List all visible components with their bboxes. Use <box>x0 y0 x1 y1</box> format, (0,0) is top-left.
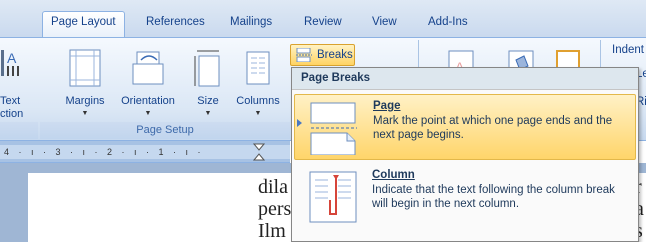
pointer-arrow-icon <box>297 119 302 127</box>
text-direction-label-2: ction <box>0 108 24 120</box>
breaks-dropdown-menu: Page Breaks Page Mark the point at which… <box>291 67 639 242</box>
orientation-button[interactable]: Orientation ▼ <box>112 40 184 122</box>
indent-marker-icon[interactable] <box>253 143 265 161</box>
margins-button[interactable]: Margins ▼ <box>58 40 112 122</box>
orientation-label: Orientation <box>121 95 175 107</box>
breaks-icon <box>296 48 312 62</box>
tab-review[interactable]: Review <box>296 12 350 34</box>
ruler-ticks: 4 · ı · 3 · ı · 2 · ı · 1 · ı · <box>0 145 290 159</box>
ribbon-tab-strip: Page Layout References Mailings Review V… <box>0 0 646 38</box>
column-break-title: Column <box>372 169 415 181</box>
orientation-dropdown-arrow: ▼ <box>144 110 152 117</box>
column-break-description: Indicate that the text following the col… <box>372 184 615 210</box>
menu-item-page-break[interactable]: Page Mark the point at which one page en… <box>294 94 636 160</box>
tab-view[interactable]: View <box>364 12 405 34</box>
margins-label: Margins <box>65 95 105 107</box>
menu-item-column-break[interactable]: Column Indicate that the text following … <box>294 164 636 230</box>
columns-label: Columns <box>236 95 280 107</box>
text-direction-label: Text <box>0 95 21 107</box>
tab-add-ins[interactable]: Add-Ins <box>420 12 476 34</box>
doc-line-3: Ilm <box>258 220 286 242</box>
orientation-icon <box>132 51 164 85</box>
columns-dropdown-arrow: ▼ <box>254 110 262 117</box>
page-break-icon <box>310 102 357 155</box>
size-dropdown-arrow: ▼ <box>204 110 212 117</box>
page-break-description: Mark the point at which one page ends an… <box>373 115 613 141</box>
columns-button[interactable]: Columns ▼ <box>232 40 284 122</box>
tab-references[interactable]: References <box>138 12 213 34</box>
size-button[interactable]: Size ▼ <box>186 40 230 122</box>
page-break-title: Page <box>373 100 401 112</box>
breaks-label: Breaks <box>317 49 353 61</box>
text-direction-icon: A <box>1 50 19 76</box>
doc-line-2: pers <box>258 198 292 220</box>
group-label-left <box>0 122 38 139</box>
breaks-button[interactable]: Breaks ▼ <box>290 44 355 80</box>
doc-line-1: dila <box>258 176 288 198</box>
tab-page-layout[interactable]: Page Layout <box>42 11 125 38</box>
column-break-icon <box>309 171 357 223</box>
size-label: Size <box>197 95 219 107</box>
tab-mailings[interactable]: Mailings <box>222 12 280 34</box>
svg-text:A: A <box>7 50 17 66</box>
indent-label: Indent <box>612 44 644 56</box>
text-direction-button[interactable]: A Text ction <box>0 40 30 122</box>
columns-icon <box>246 51 270 85</box>
size-icon <box>194 50 220 87</box>
page-setup-group-label: Page Setup <box>40 122 290 139</box>
horizontal-ruler[interactable]: 4 · ı · 3 · ı · 2 · ı · 1 · ı · <box>0 141 290 163</box>
page-breaks-header: Page Breaks <box>292 68 638 90</box>
margins-dropdown-arrow: ▼ <box>81 110 89 117</box>
margins-icon <box>69 49 101 87</box>
